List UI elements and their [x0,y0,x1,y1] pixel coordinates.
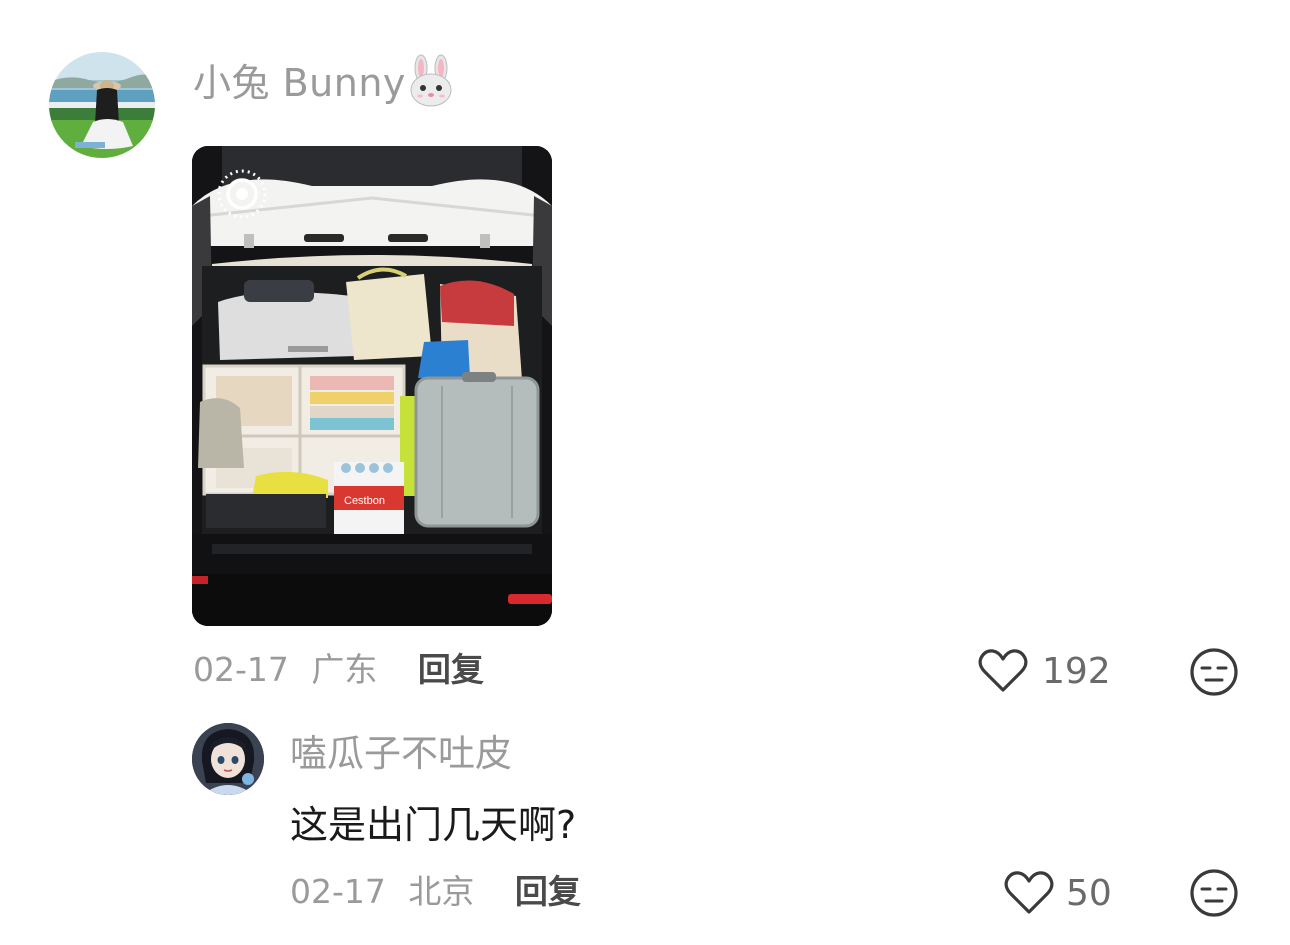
unamused-face-icon[interactable] [1189,647,1239,697]
comment-photo[interactable]: Cestbon [192,146,552,626]
photo-brand-label: Cestbon [344,495,385,507]
reply-username[interactable]: 嗑瓜子不吐皮 [290,730,512,778]
heart-icon[interactable] [977,648,1029,694]
comment-reply-button[interactable]: 回复 [418,650,484,689]
comment-username[interactable]: 小兔 Bunny [193,58,406,108]
comment-thread: 小兔 Bunny Cestbon 02-17 广东 回复 192 嗑瓜子不吐皮 … [0,0,1290,945]
rabbit-face-icon [406,54,456,108]
comment-date: 02-17 [193,650,289,689]
reply-text: 这是出门几天啊? [290,803,577,847]
live-photo-icon[interactable] [216,168,268,220]
reply-avatar[interactable] [192,723,264,795]
reply-date: 02-17 [290,872,386,911]
heart-icon[interactable] [1003,870,1055,916]
reply-reply-button[interactable]: 回复 [515,872,581,911]
reply-location: 北京 [408,872,475,911]
reply-like-count: 50 [1066,873,1112,914]
reply-meta: 02-17 北京 回复 [290,870,581,914]
avatar[interactable] [49,52,155,158]
comment-like-count: 192 [1042,651,1111,692]
unamused-face-icon[interactable] [1189,868,1239,918]
comment-meta: 02-17 广东 回复 [193,648,484,692]
comment-location: 广东 [311,650,378,689]
